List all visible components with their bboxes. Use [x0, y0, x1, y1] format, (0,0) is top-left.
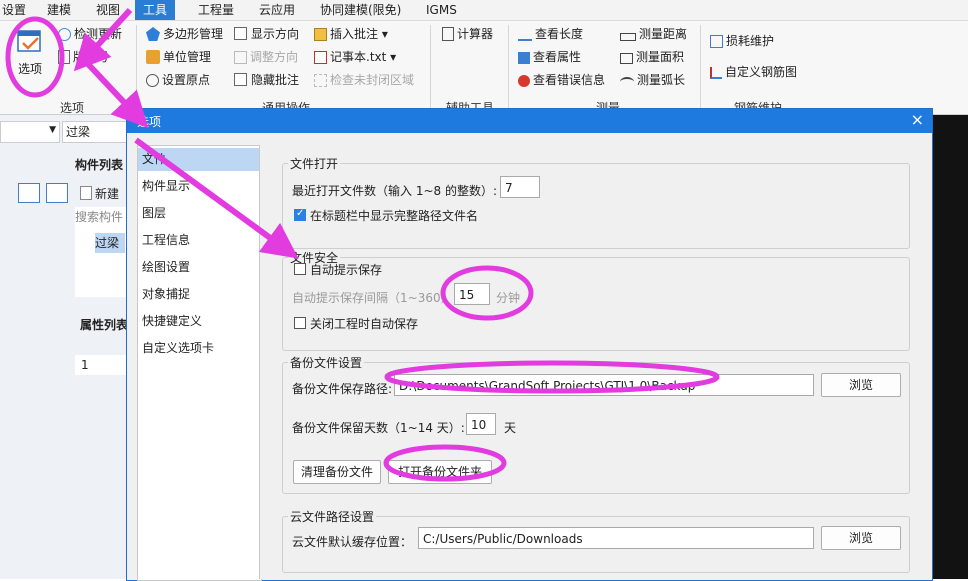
annotation-arrow	[85, 61, 149, 129]
annotation-arrow	[134, 137, 299, 259]
annotation-arrow	[73, 7, 133, 72]
annotation-circle-interval	[440, 265, 534, 321]
annotation-circle-backup-path	[384, 360, 720, 394]
annotation-overlay	[5, 7, 720, 482]
annotation-circle-open-folder	[383, 444, 507, 482]
annotation-circle-options	[5, 16, 65, 98]
